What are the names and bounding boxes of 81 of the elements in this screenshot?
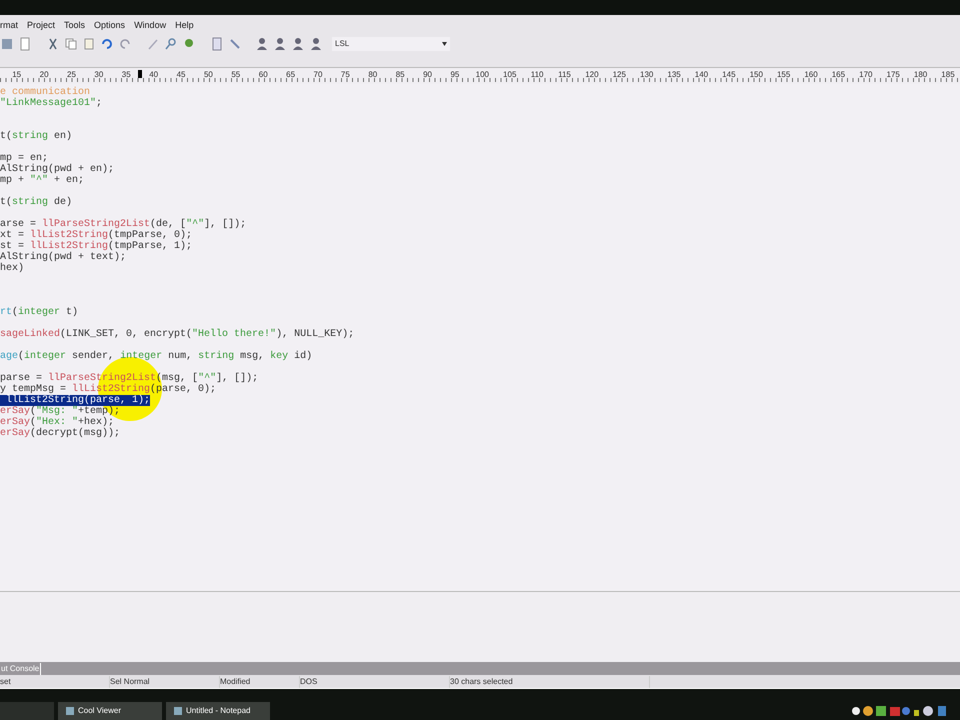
code-line: st = llList2String(tmpParse, 1); — [0, 241, 192, 252]
status-text: 30 chars selected — [450, 676, 650, 688]
ruler-number: 75 — [340, 69, 350, 81]
undo-icon[interactable] — [100, 37, 114, 51]
taskbar-button[interactable]: Cool Viewer — [58, 702, 162, 720]
ruler-number: 135 — [667, 69, 681, 81]
code-line: t(string de) — [0, 197, 72, 208]
user-icon[interactable] — [292, 37, 306, 51]
taskbar-button[interactable]: Untitled - Notepad — [166, 702, 270, 720]
ruler-number: 155 — [776, 69, 790, 81]
ruler-number: 95 — [450, 69, 460, 81]
ruler-number: 35 — [122, 69, 131, 81]
code-line: hex) — [0, 263, 24, 274]
menu-item[interactable]: Options — [94, 19, 126, 33]
code-line: AlString(pwd + en); — [0, 164, 114, 175]
code-line: t(string en) — [0, 131, 72, 142]
code-line: "LinkMessage101"; — [0, 98, 102, 109]
code-line: e communication — [0, 87, 90, 98]
ruler-number: 25 — [67, 69, 76, 81]
menu-item[interactable]: rmat — [0, 19, 18, 33]
ruler-number: 80 — [368, 69, 378, 81]
ruler-number: 150 — [750, 69, 763, 81]
language-dropdown[interactable]: LSL — [332, 37, 450, 51]
ruler-number: 180 — [914, 69, 928, 81]
ruler-number: 175 — [886, 69, 900, 81]
menu-item[interactable]: Help — [175, 19, 194, 33]
ruler-number: 50 — [204, 69, 213, 81]
status-text: Modified — [220, 676, 300, 688]
document-icon[interactable] — [18, 37, 32, 51]
ruler-number: 185 — [941, 69, 955, 81]
user-icon[interactable] — [256, 37, 270, 51]
ruler-number: 105 — [503, 69, 516, 81]
code-line: arse = llParseString2List(de, ["^"], []); — [0, 219, 246, 230]
ruler-number: 100 — [476, 69, 490, 81]
paste-icon[interactable] — [82, 37, 96, 51]
ruler-number: 20 — [40, 69, 49, 81]
ruler-number: 65 — [286, 69, 296, 81]
copy-icon[interactable] — [64, 37, 78, 51]
code-line: sageLinked(LINK_SET, 0, encrypt("Hello there!"), NULL_KEY); — [0, 329, 354, 340]
ruler-number: 120 — [585, 69, 599, 81]
status-text: set — [0, 676, 110, 688]
ruler-number: 165 — [832, 69, 846, 81]
ruler-number: 170 — [859, 69, 872, 81]
ruler-number: 55 — [231, 69, 240, 81]
menu-item[interactable]: Project — [27, 19, 56, 33]
cursor-marker-icon — [138, 70, 142, 78]
ruler-number: 110 — [530, 69, 544, 81]
code-line: AlString(pwd + text); — [0, 252, 126, 263]
ruler-number: 115 — [558, 69, 571, 81]
ruler-number: 85 — [396, 69, 405, 81]
ruler-number: 15 — [12, 69, 22, 81]
ruler-number: 45 — [176, 69, 186, 81]
code-line: erSay(decrypt(msg)); — [0, 428, 120, 439]
ruler-number: 140 — [694, 69, 708, 81]
menu-item[interactable]: Tools — [64, 19, 86, 33]
code-line: xt = llList2String(tmpParse, 0); — [0, 230, 192, 241]
code-line: age(integer sender, integer num, string msg, key id) — [0, 351, 312, 362]
ruler-number: 160 — [804, 69, 818, 81]
ruler-number: 70 — [314, 69, 322, 81]
ruler-number: 90 — [423, 69, 432, 81]
ruler-number: 40 — [149, 69, 158, 81]
save-icon[interactable] — [0, 37, 14, 51]
ruler-number: 145 — [722, 69, 736, 81]
search-icon[interactable] — [164, 37, 178, 51]
document-icon[interactable] — [210, 37, 224, 51]
status-text: DOS — [300, 676, 450, 688]
user-icon[interactable] — [274, 37, 288, 51]
code-line: mp + "^" + en; — [0, 175, 84, 186]
code-line: mp = en; — [0, 153, 48, 164]
ruler-number: 30 — [94, 69, 104, 81]
dropdown-caret-icon — [442, 42, 447, 46]
user-icon[interactable] — [310, 37, 324, 51]
code-line: erSay("Hex: "+hex); — [0, 417, 114, 428]
menu-item[interactable]: Window — [134, 19, 166, 33]
status-text: Sel Normal — [110, 676, 220, 688]
taskbar-start-area[interactable] — [0, 702, 54, 720]
ruler-number: 125 — [612, 69, 626, 81]
code-line: rt(integer t) — [0, 307, 78, 318]
redo-icon[interactable] — [118, 37, 132, 51]
ruler-number: 60 — [258, 69, 268, 81]
ruler-number: 130 — [640, 69, 654, 81]
